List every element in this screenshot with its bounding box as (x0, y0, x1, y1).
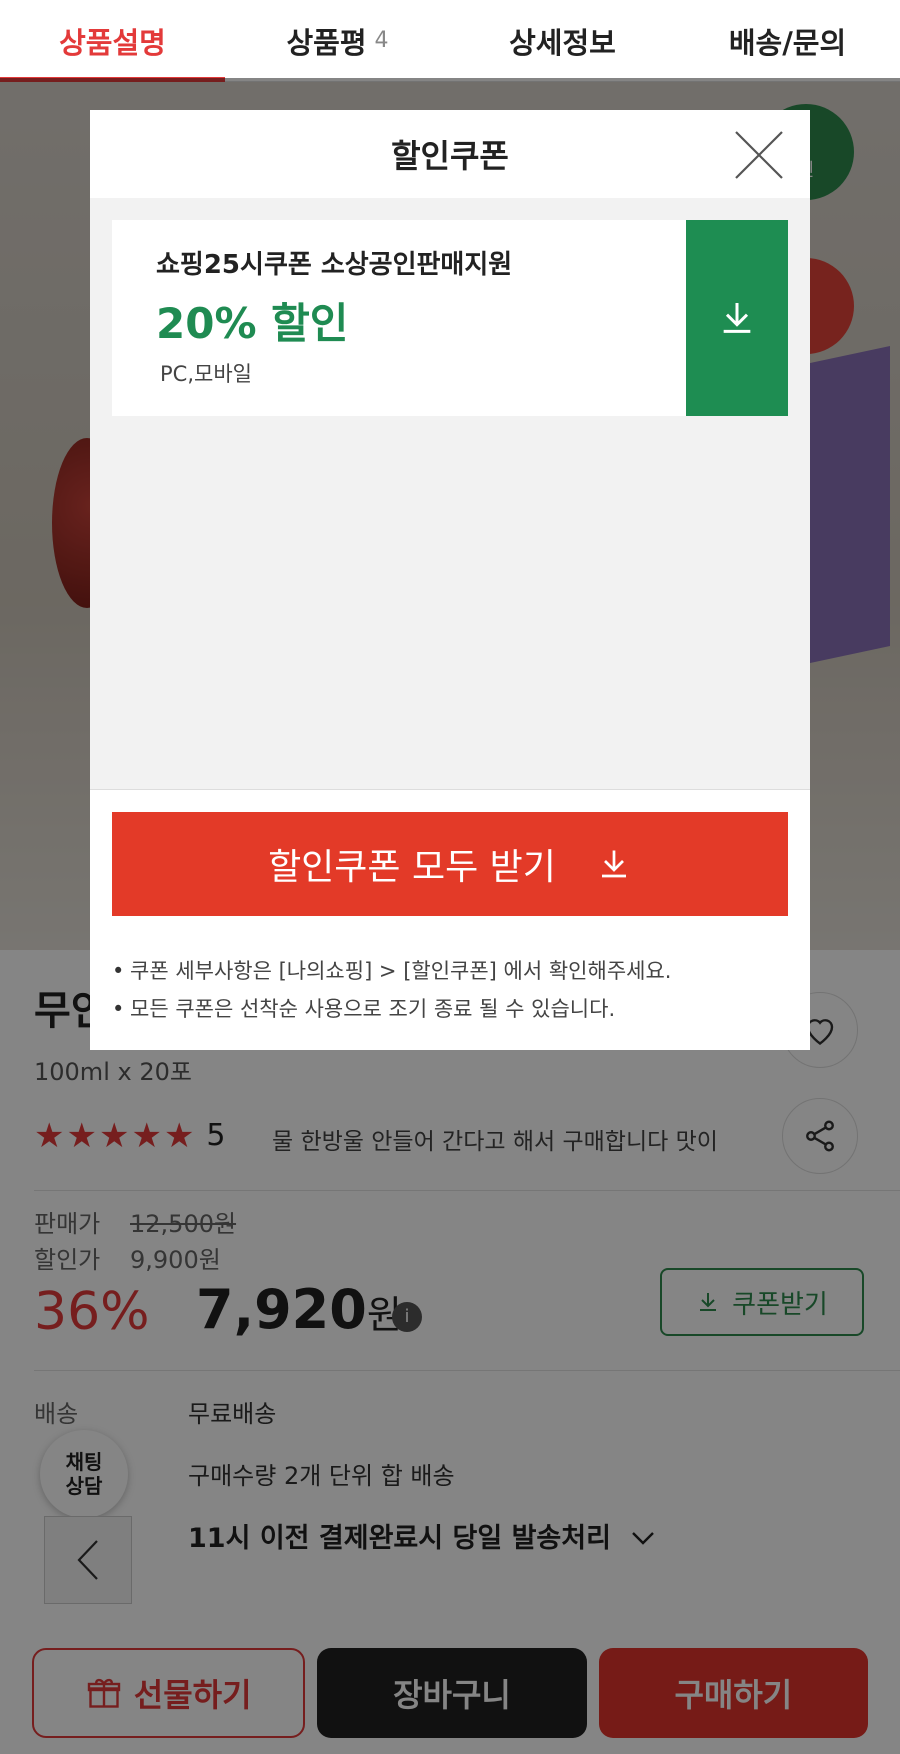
tab-label: 상품설명 (59, 25, 166, 60)
modal-title: 할인쿠폰 (391, 137, 509, 175)
tab-reviews[interactable]: 상품평 4 (225, 0, 450, 81)
download-all-label: 할인쿠폰 모두 받기 (268, 847, 556, 888)
download-icon (601, 850, 626, 878)
tab-label: 상세정보 (509, 25, 616, 60)
tab-bar: 상품설명 상품평 4 상세정보 배송/문의 (0, 0, 900, 82)
coupon-list: 쇼핑25시쿠폰 소상공인판매지원 20% 할인 PC,모바일 (90, 198, 810, 790)
coupon-platform: PC,모바일 (160, 362, 252, 386)
close-button[interactable] (732, 128, 786, 182)
coupon-name: 쇼핑25시쿠폰 소상공인판매지원 (156, 250, 513, 280)
close-icon (735, 131, 783, 179)
coupon-notes: 쿠폰 세부사항은 [나의쇼핑] > [할인쿠폰] 에서 확인해주세요. 모든 쿠… (112, 952, 792, 1028)
download-icon (723, 303, 751, 333)
note-item: 모든 쿠폰은 선착순 사용으로 조기 종료 될 수 있습니다. (112, 990, 792, 1028)
download-all-coupons-button[interactable]: 할인쿠폰 모두 받기 (112, 812, 788, 916)
tab-product-description[interactable]: 상품설명 (0, 0, 225, 82)
tab-shipping-inquiry[interactable]: 배송/문의 (675, 0, 900, 81)
modal-header: 할인쿠폰 (90, 110, 810, 198)
review-count: 4 (374, 28, 389, 53)
tab-label: 상품평 (286, 25, 367, 60)
coupon-card: 쇼핑25시쿠폰 소상공인판매지원 20% 할인 PC,모바일 (112, 220, 788, 416)
note-item: 쿠폰 세부사항은 [나의쇼핑] > [할인쿠폰] 에서 확인해주세요. (112, 952, 792, 990)
coupon-discount: 20% 할인 (156, 299, 349, 348)
tab-label: 배송/문의 (728, 25, 847, 60)
tab-details[interactable]: 상세정보 (450, 0, 675, 81)
coupon-download-button[interactable] (686, 220, 788, 416)
coupon-modal: 할인쿠폰 쇼핑25시쿠폰 소상공인판매지원 20% 할인 PC,모바일 할인쿠폰… (90, 110, 810, 1050)
